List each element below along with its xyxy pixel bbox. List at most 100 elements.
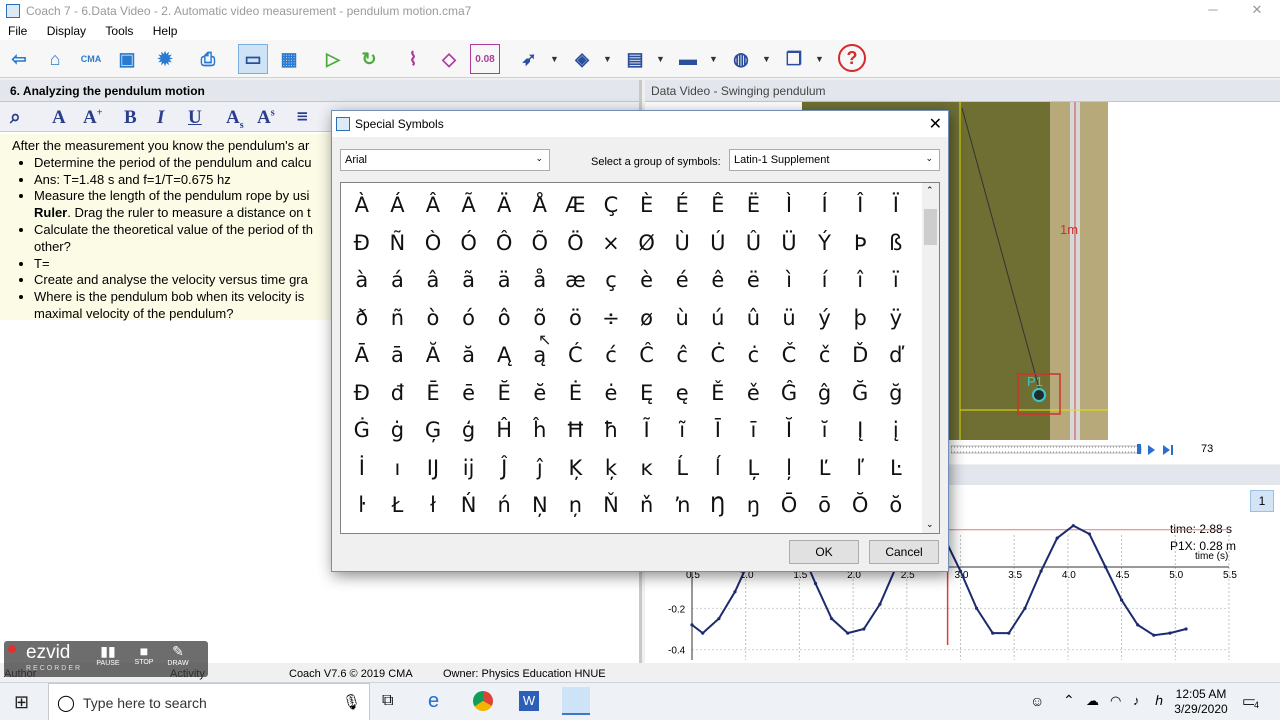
symbol-cell[interactable]: Ģ bbox=[415, 412, 451, 450]
symbol-cell[interactable]: ý bbox=[807, 300, 843, 338]
symbol-cell[interactable]: ď bbox=[878, 337, 914, 375]
volume-icon[interactable]: ♪ bbox=[1133, 693, 1140, 708]
symbol-cell[interactable]: × bbox=[593, 225, 629, 263]
symbol-cell[interactable]: Ê bbox=[700, 187, 736, 225]
symbol-cell[interactable]: ö bbox=[558, 300, 594, 338]
symbol-cell[interactable]: Ğ bbox=[842, 375, 878, 413]
symbol-cell[interactable]: ć bbox=[593, 337, 629, 375]
ok-button[interactable]: OK bbox=[789, 540, 859, 564]
search-box[interactable]: ◯ Type here to search 🎙 bbox=[48, 683, 370, 720]
symbol-cell[interactable]: Ñ bbox=[380, 225, 416, 263]
edit-dropdown-icon[interactable]: ▼ bbox=[603, 54, 612, 64]
value-icon[interactable]: 0.08 bbox=[470, 44, 500, 74]
symbol-cell[interactable]: Ħ bbox=[558, 412, 594, 450]
wifi-icon[interactable]: ◠ bbox=[1110, 693, 1121, 709]
symbol-cell[interactable]: Ç bbox=[593, 187, 629, 225]
symbol-cell[interactable]: Ð bbox=[344, 225, 380, 263]
symbol-cell[interactable]: þ bbox=[842, 300, 878, 338]
scroll-down-icon[interactable]: ⌄ bbox=[926, 519, 934, 530]
symbol-cell[interactable]: Î bbox=[842, 187, 878, 225]
symbol-cell[interactable]: ï bbox=[878, 262, 914, 300]
symbol-cell[interactable]: ı bbox=[380, 450, 416, 488]
symbol-cell[interactable]: ę bbox=[664, 375, 700, 413]
symbol-cell[interactable]: Ë bbox=[736, 187, 772, 225]
symbol-cell[interactable]: Õ bbox=[522, 225, 558, 263]
symbol-cell[interactable]: ħ bbox=[593, 412, 629, 450]
symbol-cell[interactable]: î bbox=[842, 262, 878, 300]
symbol-cell[interactable]: č bbox=[807, 337, 843, 375]
symbol-cell[interactable]: Ċ bbox=[700, 337, 736, 375]
language-icon[interactable]: ℎ bbox=[1155, 693, 1163, 709]
symbol-cell[interactable]: Ī bbox=[700, 412, 736, 450]
symbol-cell[interactable]: æ bbox=[558, 262, 594, 300]
symbol-cell[interactable]: ÿ bbox=[878, 300, 914, 338]
menu-help[interactable]: Help bbox=[145, 22, 186, 38]
symbol-cell[interactable]: ē bbox=[451, 375, 487, 413]
symbol-cell[interactable]: ĕ bbox=[522, 375, 558, 413]
back-icon[interactable]: ⇦ bbox=[4, 44, 34, 74]
image-dropdown-icon[interactable]: ▼ bbox=[656, 54, 665, 64]
symbol-cell[interactable]: Ė bbox=[558, 375, 594, 413]
symbol-cell[interactable]: ģ bbox=[451, 412, 487, 450]
symbol-cell[interactable]: Č bbox=[771, 337, 807, 375]
symbol-cell[interactable]: ľ bbox=[842, 450, 878, 488]
symbol-cell[interactable]: ŉ bbox=[664, 487, 700, 525]
symbol-cell[interactable]: ł bbox=[415, 487, 451, 525]
scroll-up-icon[interactable]: ⌃ bbox=[926, 185, 934, 196]
clock[interactable]: 12:05 AM 3/29/2020 bbox=[1170, 687, 1232, 717]
symbol-cell[interactable]: ā bbox=[380, 337, 416, 375]
symbol-cell[interactable]: Ý bbox=[807, 225, 843, 263]
symbol-cell[interactable]: Ŏ bbox=[842, 487, 878, 525]
symbol-cell[interactable]: Ĉ bbox=[629, 337, 665, 375]
symbol-cell[interactable]: è bbox=[629, 262, 665, 300]
task-view-icon[interactable]: ⧉ bbox=[382, 692, 393, 710]
symbol-cell[interactable]: í bbox=[807, 262, 843, 300]
symbol-cell[interactable]: ò bbox=[415, 300, 451, 338]
symbol-cell[interactable]: Å bbox=[522, 187, 558, 225]
symbol-cell[interactable]: ī bbox=[736, 412, 772, 450]
symbol-cell[interactable]: Ò bbox=[415, 225, 451, 263]
monitor-icon[interactable]: ▬ bbox=[673, 44, 703, 74]
symbol-cell[interactable]: Đ bbox=[344, 375, 380, 413]
draw-button[interactable]: ✎ DRAW bbox=[162, 643, 194, 675]
cancel-button[interactable]: Cancel bbox=[869, 540, 939, 564]
symbol-cell[interactable]: Í bbox=[807, 187, 843, 225]
symbol-cell[interactable]: Ć bbox=[558, 337, 594, 375]
symbol-cell[interactable]: Ŋ bbox=[700, 487, 736, 525]
symbol-cell[interactable]: Ï bbox=[878, 187, 914, 225]
symbol-cell[interactable]: Ĭ bbox=[771, 412, 807, 450]
symbol-cell[interactable]: ĉ bbox=[664, 337, 700, 375]
menu-display[interactable]: Display bbox=[39, 22, 94, 38]
play-icon[interactable]: ▷ bbox=[318, 44, 348, 74]
symbol-cell[interactable]: Â bbox=[415, 187, 451, 225]
symbol-cell[interactable]: Ô bbox=[486, 225, 522, 263]
symbol-cell[interactable]: ĺ bbox=[700, 450, 736, 488]
symbol-cell[interactable]: ú bbox=[700, 300, 736, 338]
font-select[interactable]: Arial ⌄ bbox=[340, 149, 550, 171]
zoom-icon[interactable]: ⌕ bbox=[10, 107, 21, 129]
monitor-dropdown-icon[interactable]: ▼ bbox=[709, 54, 718, 64]
symbol-cell[interactable]: ă bbox=[451, 337, 487, 375]
symbol-cell[interactable]: ĳ bbox=[451, 450, 487, 488]
coach-taskbar-icon[interactable] bbox=[562, 687, 590, 715]
symbol-cell[interactable]: Ú bbox=[700, 225, 736, 263]
symbol-scrollbar[interactable]: ⌃ ⌄ bbox=[922, 183, 939, 533]
graph-icon[interactable]: ⌇ bbox=[398, 44, 428, 74]
chrome-icon[interactable] bbox=[473, 691, 493, 711]
close-window-button[interactable]: ✕ bbox=[1236, 0, 1278, 22]
symbol-cell[interactable]: à bbox=[344, 262, 380, 300]
chevron-up-icon[interactable]: ⌃ bbox=[1063, 692, 1075, 709]
symbol-cell[interactable]: Á bbox=[380, 187, 416, 225]
symbol-cell[interactable]: Ă bbox=[415, 337, 451, 375]
screen-icon[interactable]: ▭ bbox=[238, 44, 268, 74]
symbol-cell[interactable]: ķ bbox=[593, 450, 629, 488]
symbol-cell[interactable]: Ē bbox=[415, 375, 451, 413]
symbol-cell[interactable]: ŋ bbox=[736, 487, 772, 525]
settings-icon[interactable]: ✹ bbox=[150, 44, 180, 74]
symbol-cell[interactable]: Þ bbox=[842, 225, 878, 263]
document-dropdown-icon[interactable]: ▼ bbox=[815, 54, 824, 64]
symbol-cell[interactable]: Ĝ bbox=[771, 375, 807, 413]
symbol-cell[interactable]: ė bbox=[593, 375, 629, 413]
symbol-cell[interactable]: Æ bbox=[558, 187, 594, 225]
symbol-cell[interactable]: Ĥ bbox=[486, 412, 522, 450]
